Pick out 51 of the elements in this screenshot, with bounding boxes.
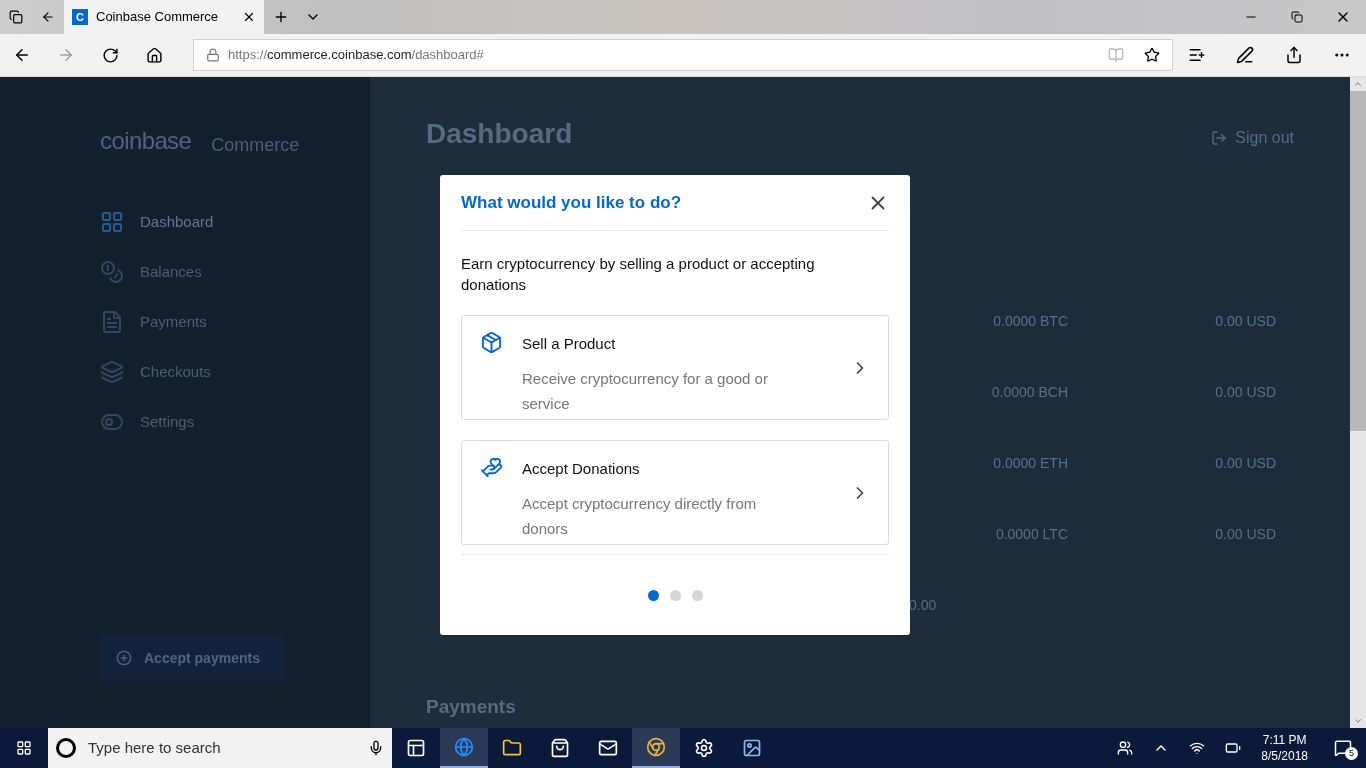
hand-icon [480,456,503,479]
crypto-amount: 0.0000 BTC [992,312,1068,331]
crypto-amount: 0.0000 BCH [990,383,1068,402]
usd-value: 0.00 USD [1214,525,1276,544]
box-icon [480,331,503,354]
usd-value: 0.00 USD [1214,312,1276,331]
favorites-list-icon[interactable] [1188,46,1207,64]
crypto-amount: 0.0000 ETH [992,454,1068,473]
notifications-button[interactable]: 5 [1328,736,1358,760]
share-icon[interactable] [1284,46,1303,64]
notification-count: 5 [1345,747,1358,760]
total-value: 0.00 [909,596,937,615]
sign-out-icon [1211,130,1228,146]
microphone-icon[interactable] [368,740,384,756]
option-description: Accept cryptocurrency directly from donors [522,493,758,539]
browser-icon [454,737,474,757]
usd-value: 0.00 USD [1214,454,1276,473]
shopping-bag-icon [550,738,570,758]
tab-title: Coinbase Commerce [96,8,220,27]
product-name: Commerce [211,134,300,157]
favicon: C [72,9,88,25]
url-text: https://commerce.coinbase.com/dashboard# [228,46,485,65]
modal-intro: Earn cryptocurrency by selling a product or accepting donations [461,254,816,295]
crypto-amount: 0.0000 LTC [994,525,1068,544]
lock-icon [206,48,220,62]
wifi-icon[interactable] [1189,740,1206,756]
modal-title: What would you like to do? [461,191,682,214]
option-card[interactable]: Sell a Product Receive cryptocurrency for a good or service [461,315,889,420]
option-card[interactable]: Accept Donations Accept cryptocurrency directly from donors [461,440,889,545]
people-icon[interactable] [1117,740,1134,756]
image-icon [742,738,762,758]
clock[interactable]: 7:11 PM 8/5/2018 [1261,732,1308,764]
mail-icon [598,738,618,758]
usd-value: 0.00 USD [1214,383,1276,402]
logo: coinbase [100,126,192,156]
option-title: Sell a Product [522,334,617,354]
settings-icon [694,738,714,758]
folder-icon [502,738,522,758]
close-icon[interactable] [242,10,256,24]
address-field[interactable]: https://commerce.coinbase.com/dashboard# [193,39,1173,71]
page-title: Dashboard [426,117,573,151]
favorite-icon[interactable] [1144,47,1160,63]
option-description: Receive cryptocurrency for a good or service [522,368,769,414]
pen-icon[interactable] [1236,46,1255,64]
section-heading: Payments [426,695,517,719]
battery-icon[interactable] [1225,740,1242,756]
taskbar-app[interactable] [632,728,680,768]
option-title: Accept Donations [522,459,641,479]
browser-tab[interactable]: C Coinbase Commerce [64,0,264,34]
search-field[interactable]: Type here to search [48,728,392,768]
plus-circle-icon [116,650,132,666]
